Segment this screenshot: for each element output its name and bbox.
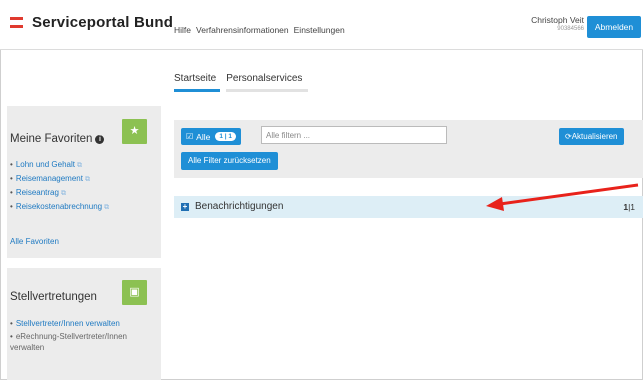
refresh-icon: ⟳	[565, 132, 572, 141]
tab-personalservices[interactable]: Personalservices	[226, 73, 309, 92]
filter-all-button[interactable]: ☑ Alle 1 | 1	[181, 128, 242, 145]
logout-button[interactable]: Abmelden	[587, 16, 641, 38]
tab-startseite[interactable]: Startseite	[174, 73, 221, 92]
star-icon: ★	[122, 119, 147, 144]
arrow-head	[486, 197, 504, 211]
favorite-item-travel-request[interactable]: Reiseantrag⧉	[10, 186, 109, 200]
all-favorites-link[interactable]: Alle Favoriten	[10, 237, 59, 246]
substitute-item-erechnung[interactable]: eRechnung-Stellvertreter/Innen verwalten	[10, 330, 160, 353]
expand-plus-icon[interactable]: +	[181, 203, 189, 211]
external-link-icon: ⧉	[84, 176, 90, 183]
reset-filters-button[interactable]: Alle Filter zurücksetzen	[181, 152, 278, 170]
austria-flag-icon	[10, 17, 23, 28]
nav-item-help[interactable]: Hilfe	[174, 25, 191, 35]
top-nav: Hilfe Verfahrensinformationen Einstellun…	[174, 25, 345, 35]
top-header: Serviceportal Bund Hilfe Verfahrensinfor…	[0, 0, 643, 50]
nav-item-settings[interactable]: Einstellungen	[294, 25, 345, 35]
favorites-card: ★ Meine Favoriteni Lohn und Gehalt⧉ Reis…	[7, 106, 161, 258]
user-id: 90384566	[557, 26, 584, 32]
info-icon[interactable]: i	[95, 135, 105, 144]
main-tabs: Startseite Personalservices	[174, 73, 309, 92]
favorite-item-travel-management[interactable]: Reisemanagement⧉	[10, 172, 109, 186]
refresh-button[interactable]: ⟳Aktualisieren	[559, 128, 624, 145]
substitutes-list: Stellvertreter/Innen verwalten eRechnung…	[10, 317, 160, 353]
substitutes-card: ▣ Stellvertretungen Stellvertreter/Innen…	[7, 268, 161, 380]
external-link-icon: ⧉	[60, 190, 66, 197]
annotation-arrow	[486, 183, 639, 211]
arrow-shaft	[499, 183, 639, 206]
filter-count-badge: 1 | 1	[215, 132, 237, 141]
user-info: Christoph Veit 90384566	[508, 16, 584, 34]
notifications-label: Benachrichtigungen	[195, 201, 284, 212]
sidebar-divider	[7, 258, 161, 268]
user-name: Christoph Veit	[531, 15, 584, 25]
external-link-icon: ⧉	[104, 204, 110, 211]
brand-logo[interactable]: Serviceportal Bund	[10, 14, 173, 31]
favorite-item-salary[interactable]: Lohn und Gehalt⧉	[10, 158, 109, 172]
favorites-title: Meine Favoriten i	[10, 133, 105, 145]
substitutes-title: Stellvertretungen	[10, 291, 97, 303]
left-sidebar: ★ Meine Favoriteni Lohn und Gehalt⧉ Reis…	[7, 50, 161, 380]
briefcase-icon: ▣	[122, 280, 147, 305]
favorites-list: Lohn und Gehalt⧉ Reisemanagement⧉ Reisea…	[10, 158, 109, 214]
nav-item-procedure-info[interactable]: Verfahrensinformationen	[196, 25, 289, 35]
filter-input[interactable]	[261, 126, 447, 144]
sidebar-spacer	[7, 50, 161, 106]
substitute-item-manage[interactable]: Stellvertreter/Innen verwalten	[10, 317, 160, 330]
external-link-icon: ⧉	[76, 162, 82, 169]
checkbox-icon: ☑	[186, 132, 194, 141]
favorite-item-travel-expense[interactable]: Reisekostenabrechnung⧉	[10, 200, 109, 214]
brand-title: Serviceportal Bund	[32, 14, 174, 31]
